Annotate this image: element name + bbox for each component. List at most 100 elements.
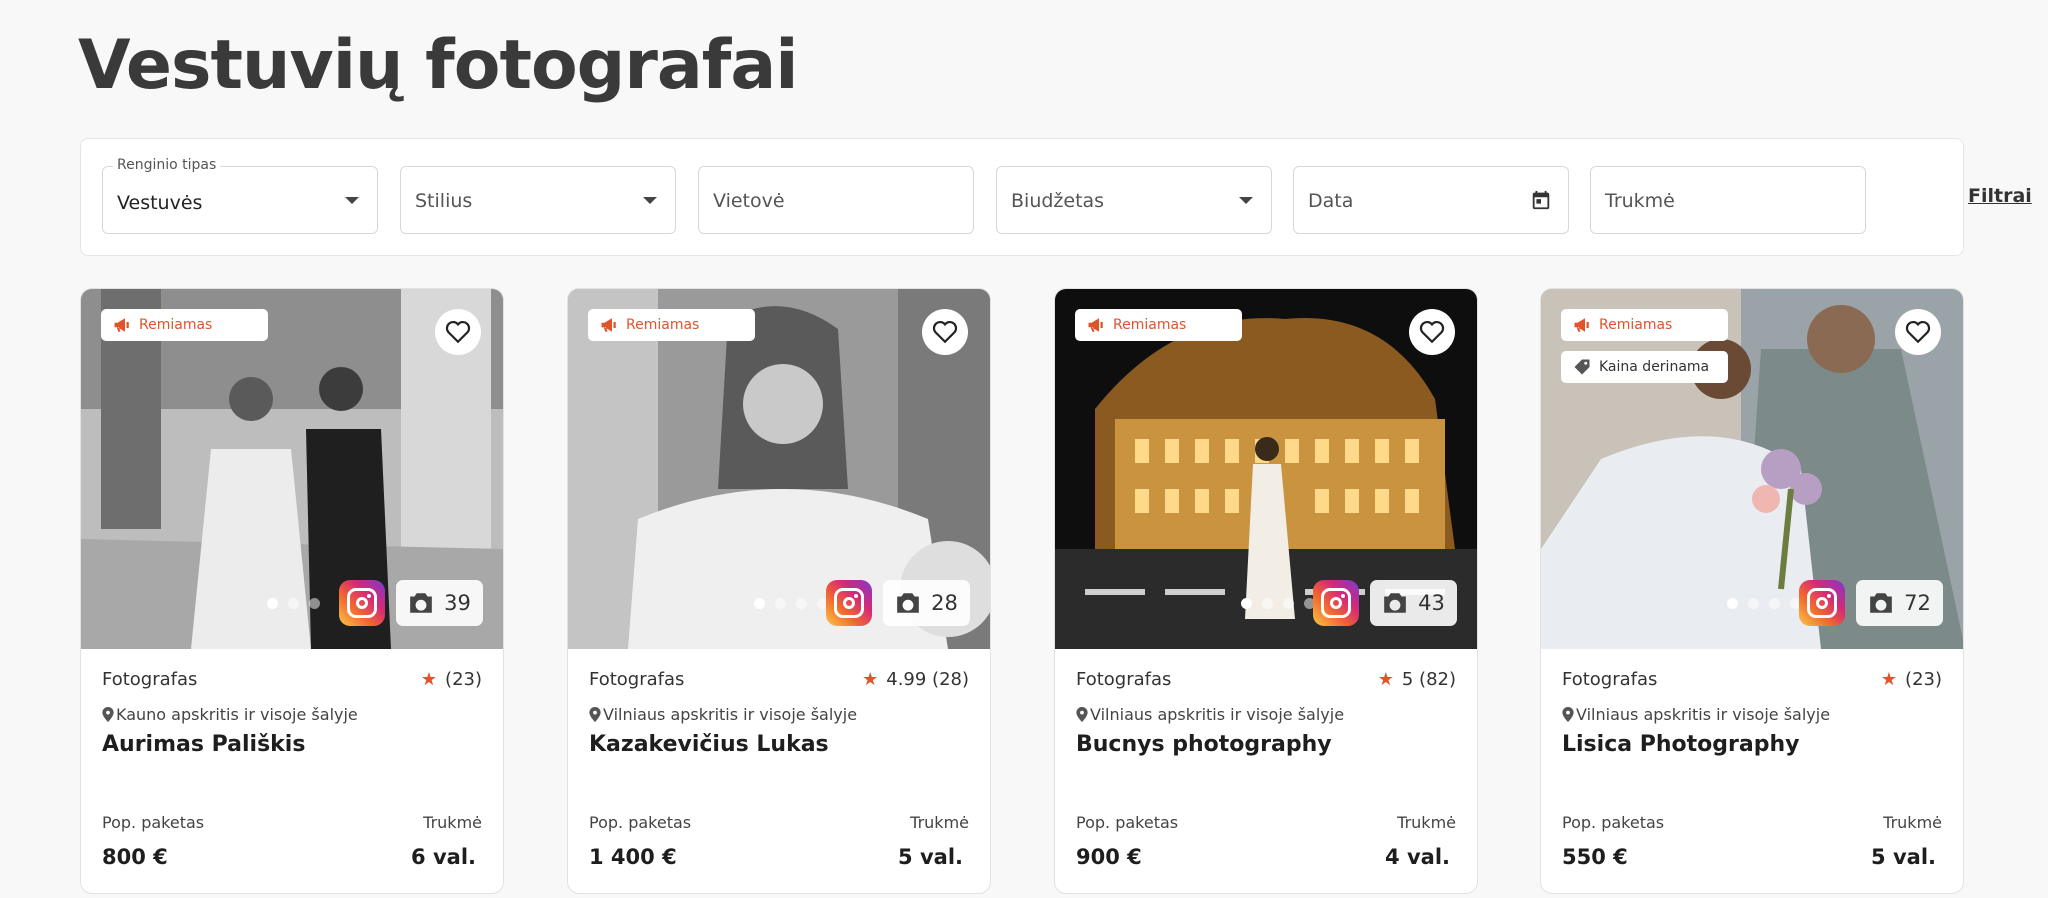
favorite-button[interactable]	[922, 309, 968, 355]
carousel-dot[interactable]	[1262, 598, 1273, 609]
duration-value: 5 val.	[1871, 845, 1936, 869]
style-placeholder: Stilius	[415, 190, 473, 212]
location-text: Vilniaus apskritis ir visoje šalyje	[1576, 705, 1831, 724]
instagram-icon[interactable]	[339, 580, 385, 626]
duration-label: Trukmė	[1397, 813, 1456, 832]
location-text: Kauno apskritis ir visoje šalyje	[116, 705, 358, 724]
instagram-icon[interactable]	[1313, 580, 1359, 626]
vendor-card[interactable]: Remiamas 43 Fotografas ★ 5 (82) Vilniaus …	[1054, 288, 1478, 894]
package-label: Pop. paketas	[1562, 813, 1665, 832]
style-select[interactable]: Stilius	[400, 166, 676, 234]
location-text: Vilniaus apskritis ir visoje šalyje	[603, 705, 858, 724]
carousel-dot[interactable]	[1727, 598, 1738, 609]
duration-label: Trukmė	[423, 813, 482, 832]
heart-icon	[445, 320, 471, 344]
star-icon: ★	[862, 669, 879, 690]
vendor-card[interactable]: Remiamas 39 Fotografas ★ (23) Kauno apskr…	[80, 288, 504, 894]
vendor-name[interactable]: Aurimas Pališkis	[102, 732, 305, 757]
vendor-name[interactable]: Bucnys photography	[1076, 732, 1332, 757]
package-label: Pop. paketas	[1076, 813, 1179, 832]
price-value: 800 €	[102, 845, 168, 869]
event-type-label: Renginio tipas	[113, 157, 221, 173]
photo-count[interactable]: 43	[1370, 580, 1457, 626]
photo-count[interactable]: 72	[1856, 580, 1943, 626]
favorite-button[interactable]	[1409, 309, 1455, 355]
carousel-dot[interactable]	[288, 598, 299, 609]
carousel-dot[interactable]	[1283, 598, 1294, 609]
carousel-dot[interactable]	[1748, 598, 1759, 609]
caret-down-icon	[1239, 197, 1253, 204]
price-value: 900 €	[1076, 845, 1142, 869]
vendor-type: Fotografas	[102, 669, 198, 690]
price-value: 1 400 €	[589, 845, 677, 869]
duration-input[interactable]: Trukmė	[1590, 166, 1866, 234]
megaphone-icon	[601, 318, 616, 332]
photo-count-value: 72	[1904, 591, 1931, 615]
vendor-card[interactable]: Remiamas 28 Fotografas ★ 4.99 (28) Vilnia…	[567, 288, 991, 894]
tag-icon	[1574, 359, 1590, 375]
favorite-button[interactable]	[435, 309, 481, 355]
price-negotiable-badge: Kaina derinama	[1561, 351, 1728, 383]
sponsored-badge: Remiamas	[1561, 309, 1728, 341]
rating-value: (23)	[445, 669, 482, 690]
instagram-icon[interactable]	[826, 580, 872, 626]
carousel-dots	[1727, 598, 1801, 609]
favorite-button[interactable]	[1895, 309, 1941, 355]
filter-bar: Renginio tipas Vestuvės Stilius Vietovė …	[80, 138, 2032, 256]
megaphone-icon	[1088, 318, 1103, 332]
duration-value: 4 val.	[1385, 845, 1450, 869]
card-photo[interactable]: Remiamas 28	[568, 289, 990, 649]
carousel-dots	[267, 598, 320, 609]
more-filters-link[interactable]: Filtrai	[1968, 185, 2032, 207]
vendor-name[interactable]: Kazakevičius Lukas	[589, 732, 829, 757]
carousel-dot[interactable]	[796, 598, 807, 609]
duration-value: 5 val.	[898, 845, 963, 869]
photo-count-value: 28	[931, 591, 958, 615]
rating-value: 5 (82)	[1401, 669, 1456, 690]
event-type-select[interactable]: Renginio tipas Vestuvės	[102, 157, 378, 234]
carousel-dot[interactable]	[1241, 598, 1252, 609]
carousel-dot[interactable]	[775, 598, 786, 609]
carousel-dot[interactable]	[267, 598, 278, 609]
price-value: 550 €	[1562, 845, 1628, 869]
photo-count[interactable]: 39	[396, 580, 483, 626]
instagram-icon[interactable]	[1799, 580, 1845, 626]
photo-count-value: 39	[444, 591, 471, 615]
price-negotiable-label: Kaina derinama	[1599, 359, 1710, 375]
camera-icon	[897, 593, 919, 613]
carousel-dot[interactable]	[1769, 598, 1780, 609]
rating-value: 4.99 (28)	[886, 669, 969, 690]
sponsored-label: Remiamas	[626, 317, 700, 333]
megaphone-icon	[1574, 318, 1589, 332]
rating: ★ 4.99 (28)	[862, 669, 969, 690]
carousel-dot[interactable]	[309, 598, 320, 609]
location-pin-icon	[102, 707, 114, 722]
card-photo[interactable]: Remiamas Kaina derinama 72	[1541, 289, 1963, 649]
location-pin-icon	[1562, 707, 1574, 722]
location-pin-icon	[1076, 707, 1088, 722]
caret-down-icon	[643, 197, 657, 204]
carousel-dots	[1241, 598, 1315, 609]
star-icon: ★	[1880, 669, 1898, 690]
date-input[interactable]: Data	[1293, 166, 1569, 234]
card-photo[interactable]: Remiamas 39	[81, 289, 503, 649]
location: Vilniaus apskritis ir visoje šalyje	[1076, 705, 1344, 724]
vendor-type: Fotografas	[1562, 669, 1658, 690]
location: Vilniaus apskritis ir visoje šalyje	[1562, 705, 1830, 724]
budget-placeholder: Biudžetas	[1011, 190, 1105, 212]
camera-icon	[1870, 593, 1892, 613]
card-photo[interactable]: Remiamas 43	[1055, 289, 1477, 649]
heart-icon	[932, 320, 958, 344]
location-input[interactable]: Vietovė	[698, 166, 974, 234]
calendar-icon[interactable]	[1530, 189, 1552, 211]
photo-count[interactable]: 28	[883, 580, 970, 626]
vendor-name[interactable]: Lisica Photography	[1562, 732, 1799, 757]
budget-select[interactable]: Biudžetas	[996, 166, 1272, 234]
camera-icon	[410, 593, 432, 613]
carousel-dot[interactable]	[754, 598, 765, 609]
page-title: Vestuvių fotografai	[78, 26, 799, 105]
star-icon: ★	[1377, 669, 1394, 690]
package-label: Pop. paketas	[589, 813, 692, 832]
sponsored-label: Remiamas	[139, 317, 213, 333]
vendor-card[interactable]: Remiamas Kaina derinama 72 Fotografas ★ (…	[1540, 288, 1964, 894]
